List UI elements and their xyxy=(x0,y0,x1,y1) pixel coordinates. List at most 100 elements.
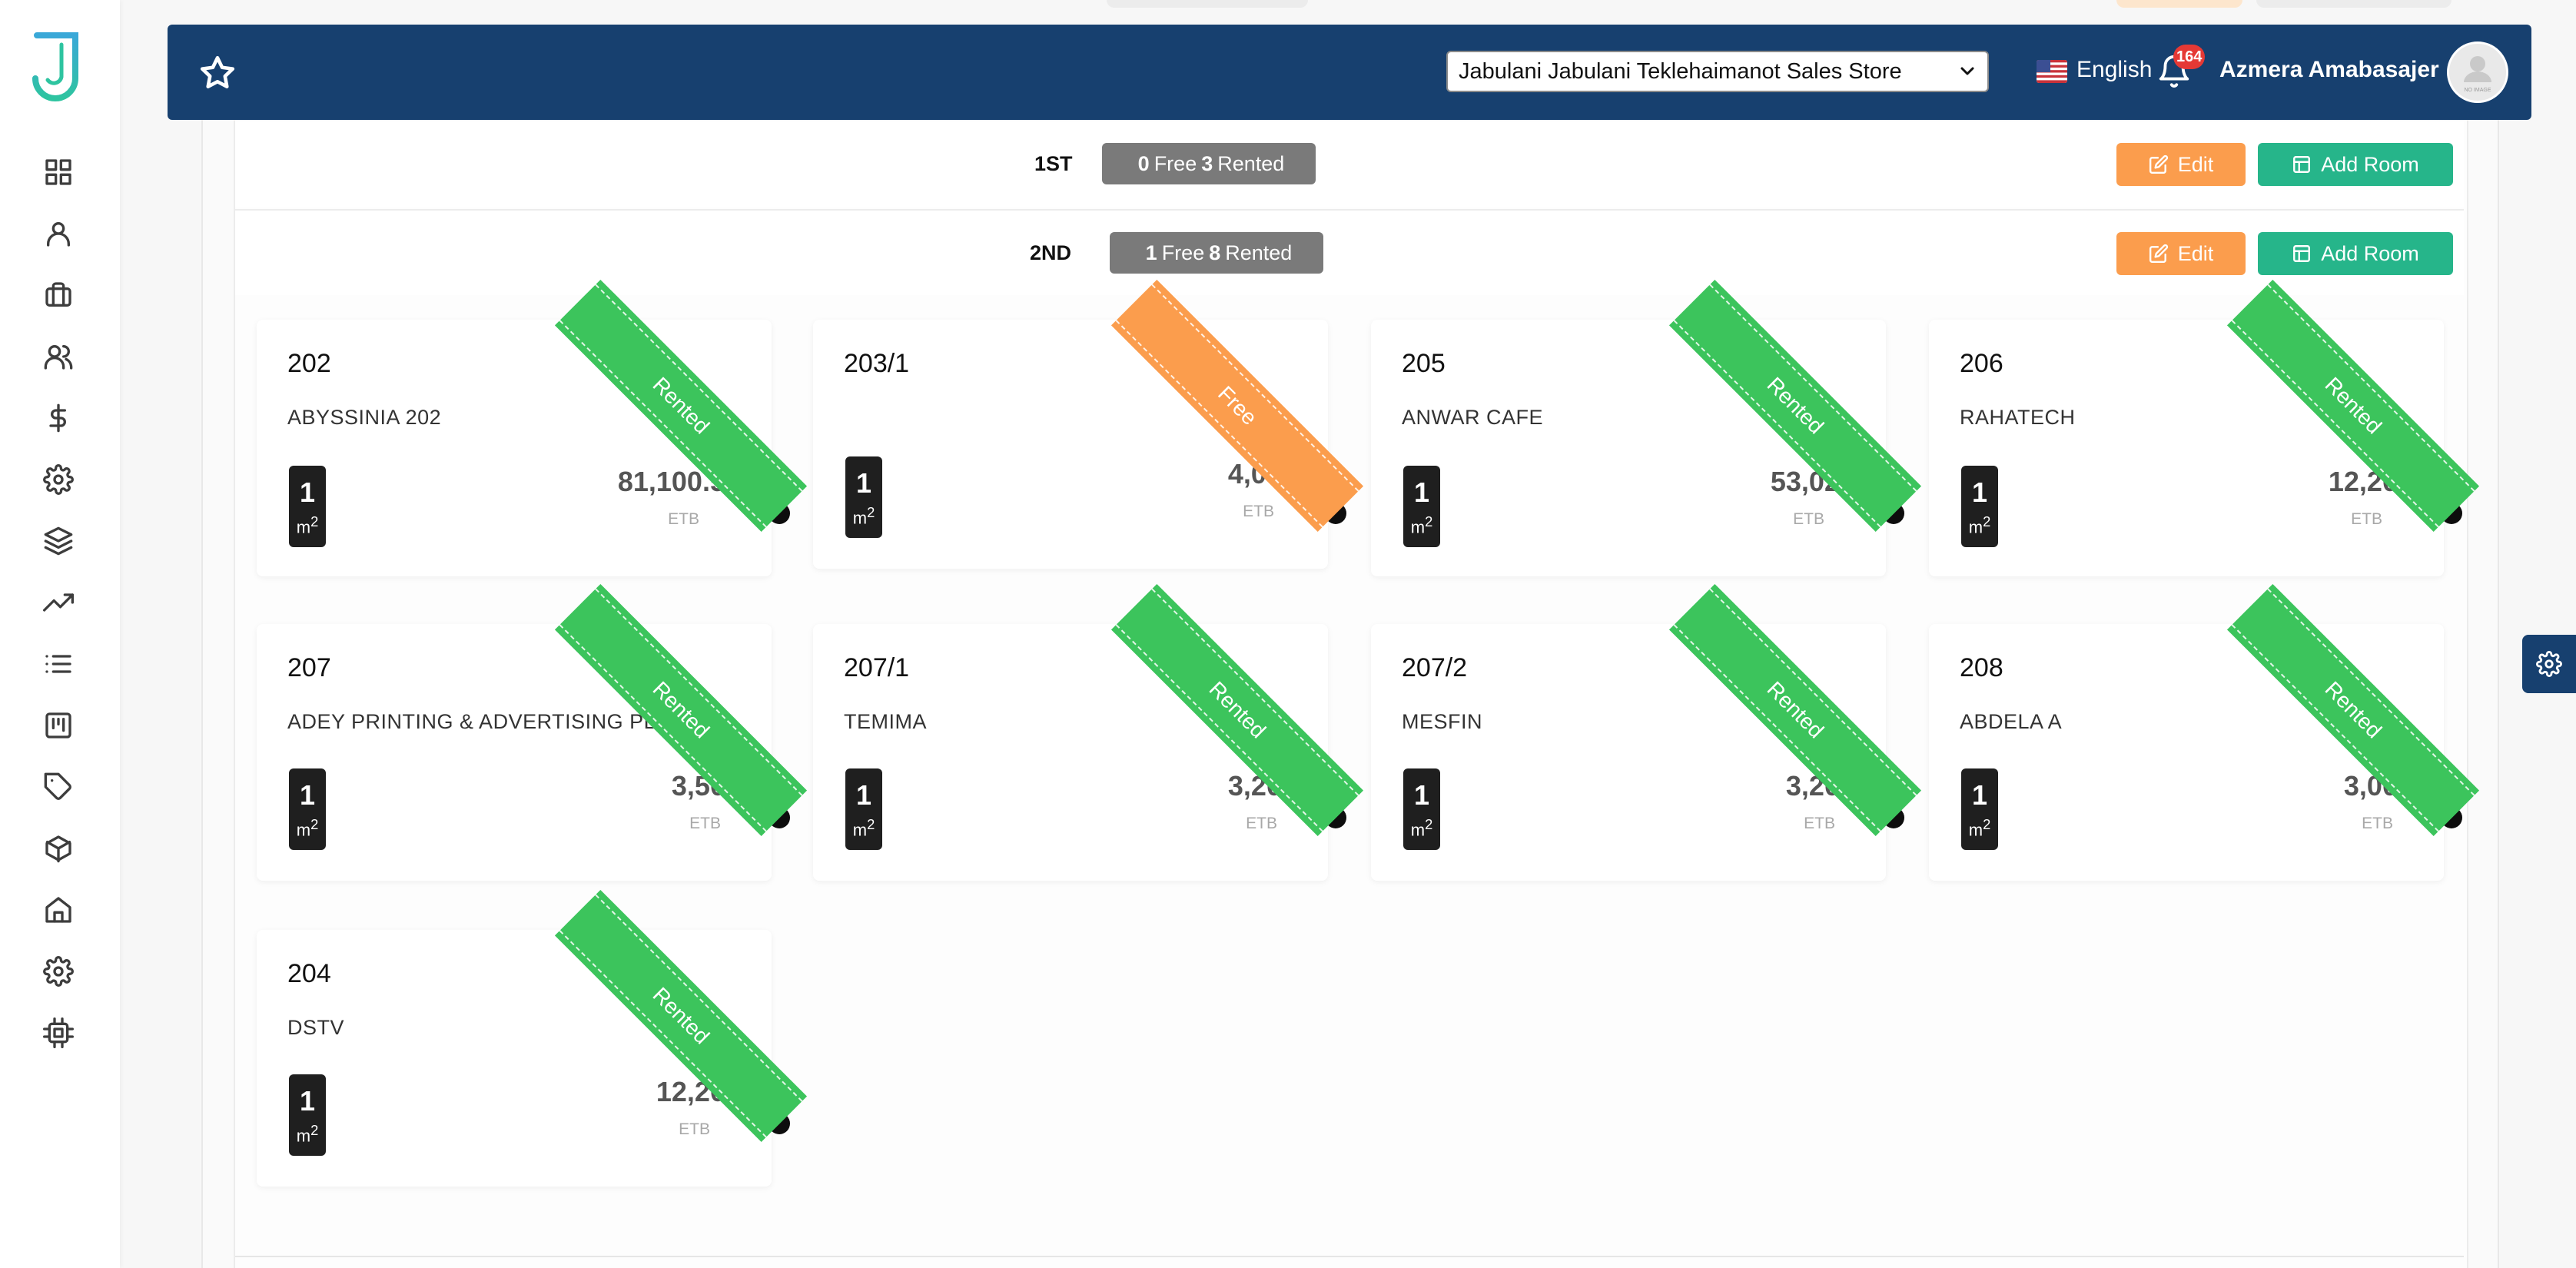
area-unit: m2 xyxy=(1410,513,1433,537)
rented-count: 8 xyxy=(1209,241,1221,264)
currency-label: ETB xyxy=(2351,510,2382,528)
settings-icon[interactable] xyxy=(40,953,77,990)
room-number: 202 xyxy=(287,349,331,378)
add-room-icon xyxy=(2293,245,2311,262)
floor-row-2nd: 2ND 1 Free 8 Rented Edit Add Room xyxy=(235,211,2464,295)
tenant-name: MESFIN xyxy=(1402,710,1483,733)
room-card[interactable]: 208 ABDELA A 1 m2 3,000 ETB Rented xyxy=(1929,583,2480,881)
room-area-badge: 1 m2 xyxy=(289,1074,326,1156)
area-unit: m2 xyxy=(1410,816,1433,840)
room-card[interactable]: 205 ANWAR CAFE 1 m2 53,020 ETB Rented xyxy=(1371,279,1922,576)
room-card[interactable]: 207/2 MESFIN 1 m2 3,200 ETB Rented xyxy=(1371,583,1922,881)
user-icon[interactable] xyxy=(40,215,77,252)
area-value: 1 xyxy=(1971,476,1988,508)
room-number: 208 xyxy=(1960,653,2003,682)
room-card[interactable]: 207 ADEY PRINTING & ADVERTISING PLC 1 m2 … xyxy=(257,583,808,881)
room-number: 207/2 xyxy=(1402,653,1468,682)
store-select-value: Jabulani Jabulani Teklehaimanot Sales St… xyxy=(1459,58,1902,84)
room-number: 204 xyxy=(287,959,331,988)
list-icon[interactable] xyxy=(40,646,77,682)
room-number: 203/1 xyxy=(844,349,910,378)
rented-count: 3 xyxy=(1201,151,1213,175)
kanban-board-icon[interactable] xyxy=(40,707,77,744)
briefcase-icon[interactable] xyxy=(40,277,77,314)
cpu-chip-icon[interactable] xyxy=(40,1014,77,1051)
app-logo[interactable] xyxy=(31,29,85,103)
currency-label: ETB xyxy=(689,815,721,832)
users-icon[interactable] xyxy=(40,338,77,375)
floor-name: 2ND xyxy=(1030,241,1072,264)
chevron-down-icon xyxy=(1960,67,1974,75)
room-number: 206 xyxy=(1960,349,2003,378)
notification-count-badge: 164 xyxy=(2173,45,2206,69)
area-value: 1 xyxy=(1413,779,1430,811)
currency-label: ETB xyxy=(2362,815,2393,832)
area-value: 1 xyxy=(855,779,872,811)
area-value: 1 xyxy=(1971,779,1988,811)
user-name[interactable]: Azmera Amabasajer xyxy=(2219,57,2439,83)
star-bookmark-icon[interactable] xyxy=(198,54,237,92)
add-room-icon xyxy=(2293,156,2311,173)
currency-label: ETB xyxy=(1243,503,1274,520)
tag-icon[interactable] xyxy=(40,768,77,805)
area-unit: m2 xyxy=(296,513,319,537)
area-unit: m2 xyxy=(852,816,875,840)
currency-label: ETB xyxy=(668,510,699,528)
avatar[interactable]: NO IMAGE xyxy=(2447,41,2508,103)
us-flag-icon[interactable] xyxy=(2037,60,2067,83)
home-icon[interactable] xyxy=(40,891,77,928)
area-unit: m2 xyxy=(852,504,875,528)
currency-label: ETB xyxy=(1793,510,1824,528)
free-label: Free xyxy=(1161,241,1205,264)
room-area-badge: 1 m2 xyxy=(1403,466,1440,547)
tenant-name: ADEY PRINTING & ADVERTISING PLC xyxy=(287,710,672,733)
add-room-button[interactable]: Add Room xyxy=(2258,232,2453,275)
room-area-badge: 1 m2 xyxy=(845,768,882,850)
dashboard-grid-icon[interactable] xyxy=(40,154,77,191)
room-card[interactable]: 206 RAHATECH 1 m2 12,200 ETB Rented xyxy=(1929,279,2480,576)
floor-occupancy-summary: 1 Free 8 Rented xyxy=(1110,232,1323,274)
edit-floor-button[interactable]: Edit xyxy=(2116,143,2246,186)
room-number: 205 xyxy=(1402,349,1446,378)
currency-label: ETB xyxy=(679,1120,710,1138)
room-card[interactable]: 204 DSTV 1 m2 12,200 ETB Rented xyxy=(257,889,808,1187)
area-unit: m2 xyxy=(1968,513,1991,537)
area-value: 1 xyxy=(299,476,316,508)
scrolled-content-edge xyxy=(2256,0,2452,8)
gear-icon xyxy=(2536,651,2562,677)
rented-label: Rented xyxy=(1225,241,1293,264)
room-number: 207 xyxy=(287,653,331,682)
area-value: 1 xyxy=(299,1085,316,1117)
rented-label: Rented xyxy=(1217,151,1285,175)
language-selector[interactable]: English xyxy=(2076,57,2152,83)
floor-occupancy-summary: 0 Free 3 Rented xyxy=(1102,143,1316,184)
free-label: Free xyxy=(1154,151,1197,175)
store-select[interactable]: Jabulani Jabulani Teklehaimanot Sales St… xyxy=(1446,51,1989,92)
layers-icon[interactable] xyxy=(40,523,77,559)
trending-up-icon[interactable] xyxy=(40,584,77,621)
tenant-name: ABDELA A xyxy=(1960,710,2063,733)
edit-floor-button[interactable]: Edit xyxy=(2116,232,2246,275)
room-area-badge: 1 m2 xyxy=(1961,768,1998,850)
dollar-icon[interactable] xyxy=(40,400,77,436)
room-area-badge: 1 m2 xyxy=(845,456,882,538)
tenant-name: RAHATECH xyxy=(1960,406,2076,429)
room-card[interactable]: 203/1 1m2 4,000 ETB Free xyxy=(813,279,1364,569)
area-unit: m2 xyxy=(296,816,319,840)
room-card[interactable]: 202 ABYSSINIA 202 1 m2 81,100.51 ETB Rent… xyxy=(257,279,808,576)
add-room-label: Add Room xyxy=(2321,241,2419,265)
currency-label: ETB xyxy=(1246,815,1277,832)
theme-settings-button[interactable] xyxy=(2522,635,2576,693)
tenant-name: TEMIMA xyxy=(844,710,927,733)
scrolled-content-edge xyxy=(1107,0,1308,8)
settings-gear-icon[interactable] xyxy=(40,461,77,498)
area-unit: m2 xyxy=(296,1122,319,1146)
edit-icon xyxy=(2149,154,2168,174)
room-card[interactable]: 207/1 TEMIMA 1 m2 3,200 ETB Rented xyxy=(813,583,1364,881)
package-box-icon[interactable] xyxy=(40,830,77,867)
scrolled-content-edge xyxy=(2116,0,2242,8)
tenant-name: ANWAR CAFE xyxy=(1402,406,1544,429)
room-number: 207/1 xyxy=(844,653,910,682)
add-room-label: Add Room xyxy=(2321,152,2419,176)
add-room-button[interactable]: Add Room xyxy=(2258,143,2453,186)
